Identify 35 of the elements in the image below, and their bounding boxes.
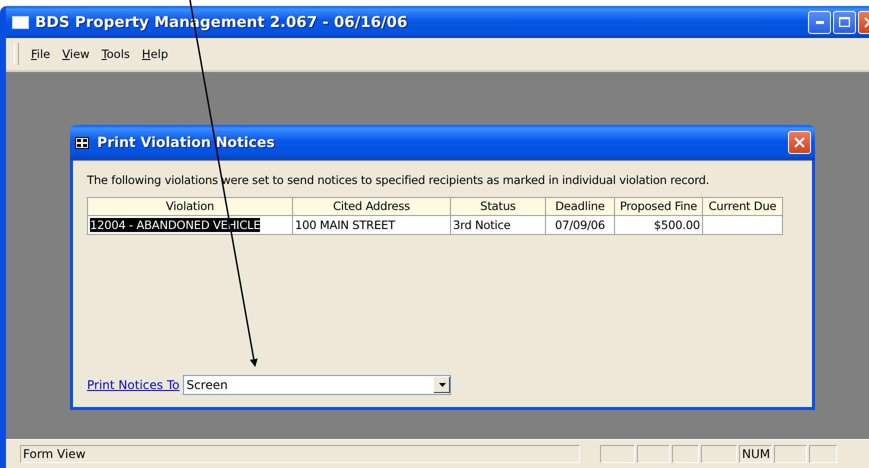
menu-item[interactable]: File <box>31 47 50 61</box>
column-header: Cited Address <box>293 198 451 216</box>
table-cell: $500.00 <box>615 216 703 235</box>
status-panel <box>600 445 635 463</box>
minimize-button[interactable] <box>808 10 831 34</box>
maximize-icon <box>839 17 850 27</box>
column-header: Deadline <box>546 198 615 216</box>
status-message: Form View <box>20 445 580 463</box>
window-icon <box>12 16 29 28</box>
status-panel <box>637 445 670 463</box>
status-panel <box>672 445 699 463</box>
table-cell: 3rd Notice <box>451 216 546 235</box>
form-icon <box>75 136 89 148</box>
column-header: Status <box>451 198 546 216</box>
menu-item[interactable]: Help <box>142 47 168 61</box>
caret-icon <box>438 383 446 387</box>
table-cell: 07/09/06 <box>546 216 615 235</box>
close-button[interactable] <box>788 131 811 154</box>
print-destination-dropdown[interactable]: Screen <box>183 375 452 395</box>
table-cell: 12004 - ABANDONED VEHICLE <box>88 216 293 235</box>
column-header: Violation <box>88 198 293 216</box>
status-panel <box>809 445 837 463</box>
print-notices-link[interactable]: Print Notices To <box>87 378 180 392</box>
menu-item[interactable]: Tools <box>102 47 130 61</box>
menu-item[interactable]: View <box>62 47 90 61</box>
dialog-title: Print Violation Notices <box>97 134 275 150</box>
status-panel <box>774 445 807 463</box>
column-header: Current Due <box>703 198 783 216</box>
close-icon <box>794 137 805 148</box>
column-header: Proposed Fine <box>615 198 703 216</box>
minimize-icon <box>816 20 824 24</box>
table-cell: 100 MAIN STREET <box>293 216 451 235</box>
maximize-button[interactable] <box>833 10 856 34</box>
status-panel <box>701 445 737 463</box>
status-indicator: NUM <box>739 445 772 463</box>
